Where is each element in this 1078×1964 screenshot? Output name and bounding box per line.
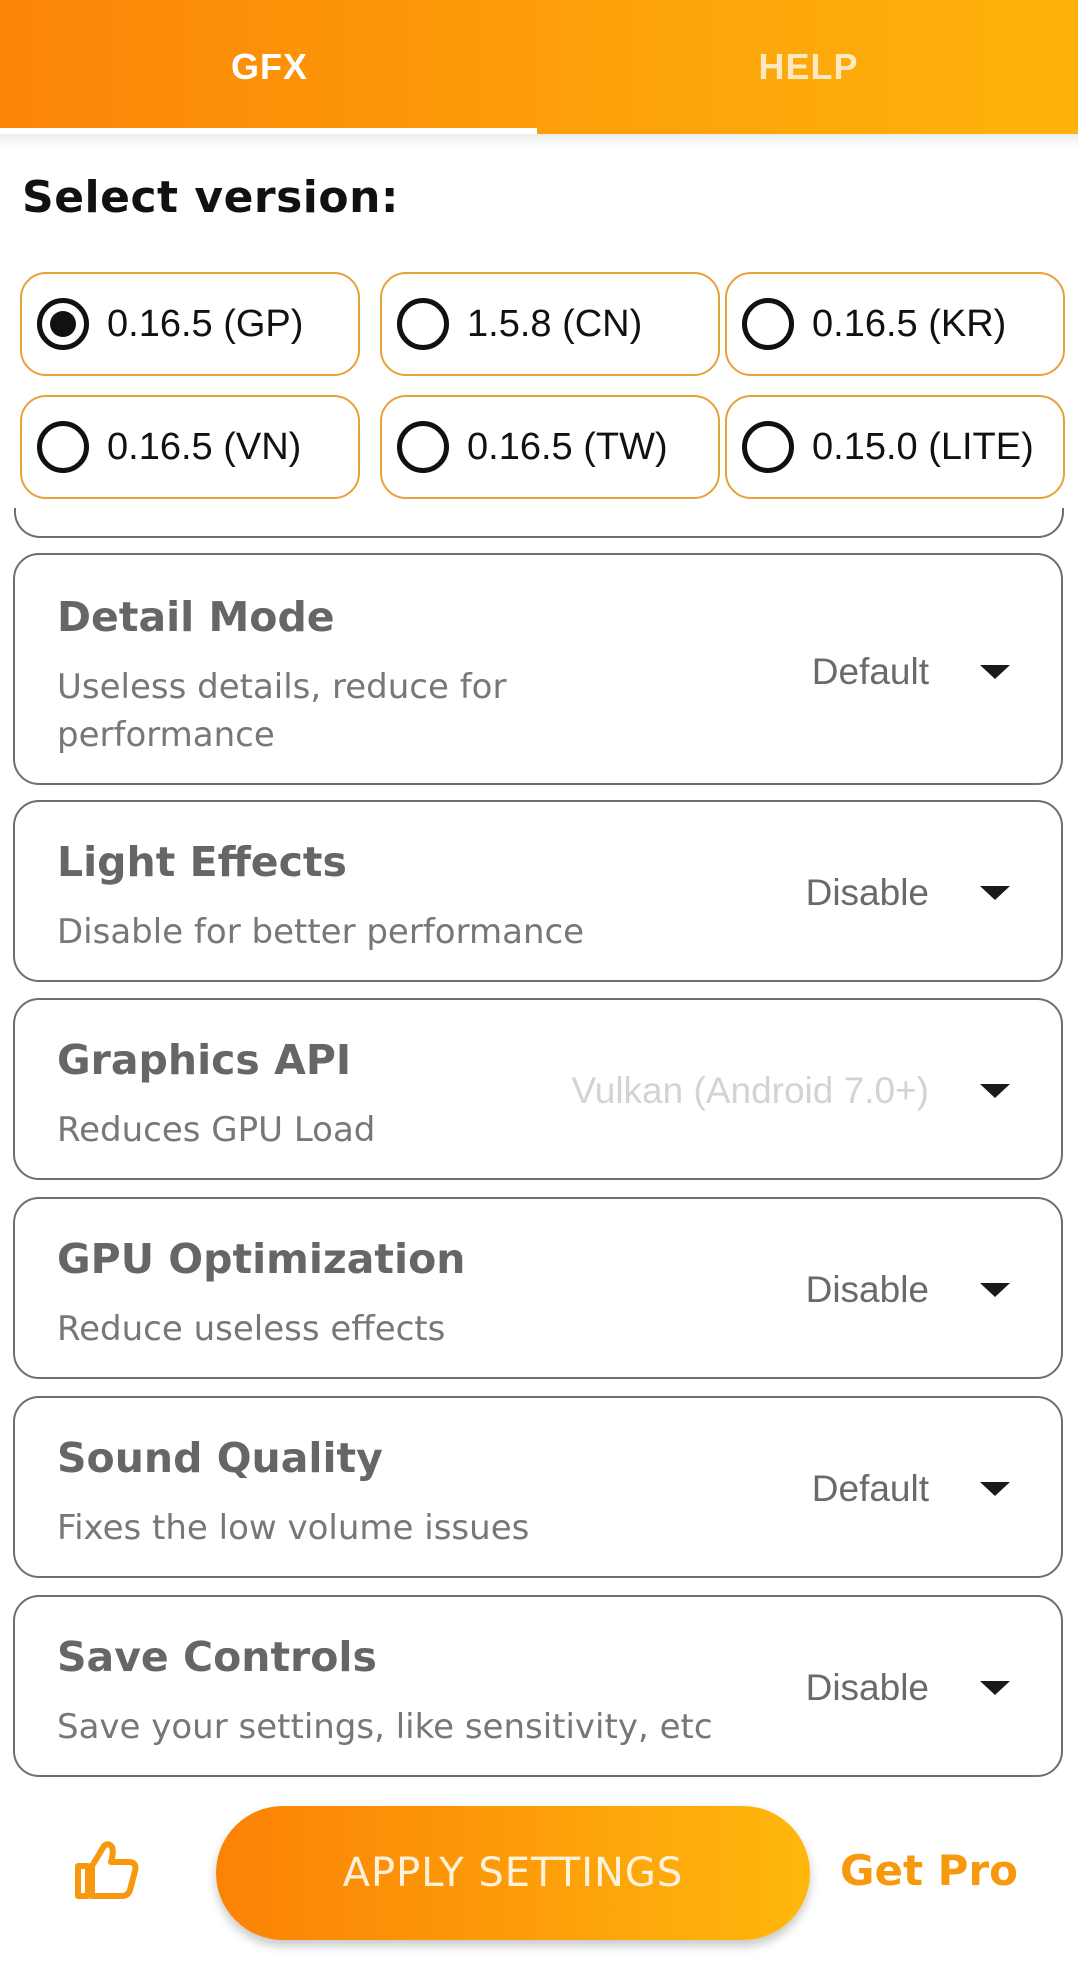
apply-settings-button[interactable]: APPLY SETTINGS: [216, 1806, 810, 1940]
chevron-down-icon[interactable]: [980, 1681, 1010, 1695]
setting-value-dropdown[interactable]: Disable: [806, 872, 929, 914]
version-label: 0.16.5 (KR): [812, 302, 1007, 345]
tab-gfx[interactable]: GFX: [0, 0, 539, 134]
setting-value-dropdown[interactable]: Default: [812, 1468, 929, 1510]
setting-description: Disable for better performance: [57, 912, 585, 952]
chevron-down-icon[interactable]: [980, 1084, 1010, 1098]
setting-card-sound-quality[interactable]: Sound Quality Fixes the low volume issue…: [13, 1396, 1063, 1578]
version-option-lite[interactable]: 0.15.0 (LITE): [725, 395, 1065, 499]
setting-description: Reduces GPU Load: [57, 1110, 376, 1150]
chevron-down-icon[interactable]: [980, 665, 1010, 679]
tab-bar-shadow: [0, 134, 1078, 148]
version-option-gp[interactable]: 0.16.5 (GP): [20, 272, 360, 376]
chevron-down-icon[interactable]: [980, 886, 1010, 900]
version-option-cn[interactable]: 1.5.8 (CN): [380, 272, 720, 376]
get-pro-link[interactable]: Get Pro: [840, 1846, 1018, 1895]
version-option-vn[interactable]: 0.16.5 (VN): [20, 395, 360, 499]
version-label: 0.16.5 (GP): [107, 302, 304, 345]
version-label: 1.5.8 (CN): [467, 302, 643, 345]
setting-value-dropdown[interactable]: Vulkan (Android 7.0+): [571, 1070, 929, 1112]
setting-title: Graphics API: [57, 1036, 352, 1084]
version-label: 0.16.5 (TW): [467, 425, 668, 468]
setting-value-dropdown[interactable]: Disable: [806, 1269, 929, 1311]
version-option-kr[interactable]: 0.16.5 (KR): [725, 272, 1065, 376]
version-option-tw[interactable]: 0.16.5 (TW): [380, 395, 720, 499]
setting-card-light-effects[interactable]: Light Effects Disable for better perform…: [13, 800, 1063, 982]
setting-title: Light Effects: [57, 838, 347, 886]
radio-selected-icon[interactable]: [37, 298, 89, 350]
setting-description: Useless details, reduce for performance: [57, 667, 507, 755]
setting-value-dropdown[interactable]: Disable: [806, 1667, 929, 1709]
setting-card-graphics-api[interactable]: Graphics API Reduces GPU Load Vulkan (An…: [13, 998, 1063, 1180]
setting-title: Save Controls: [57, 1633, 377, 1681]
radio-unselected-icon[interactable]: [397, 421, 449, 473]
radio-unselected-icon[interactable]: [742, 421, 794, 473]
thumbs-up-icon[interactable]: [74, 1840, 140, 1900]
previous-card-edge: [14, 508, 1064, 538]
chevron-down-icon[interactable]: [980, 1482, 1010, 1496]
radio-unselected-icon[interactable]: [742, 298, 794, 350]
setting-title: GPU Optimization: [57, 1235, 466, 1283]
setting-card-gpu-optimization[interactable]: GPU Optimization Reduce useless effects …: [13, 1197, 1063, 1379]
setting-description: Reduce useless effects: [57, 1309, 446, 1349]
tab-help[interactable]: HELP: [539, 0, 1078, 134]
setting-title: Detail Mode: [57, 593, 335, 641]
version-label: 0.15.0 (LITE): [812, 425, 1034, 468]
tab-bar: GFX HELP: [0, 0, 1078, 134]
radio-unselected-icon[interactable]: [397, 298, 449, 350]
version-label: 0.16.5 (VN): [107, 425, 302, 468]
setting-card-detail-mode[interactable]: Detail Mode Useless details, reduce for …: [13, 553, 1063, 785]
chevron-down-icon[interactable]: [980, 1283, 1010, 1297]
select-version-title: Select version:: [22, 172, 400, 223]
setting-card-save-controls[interactable]: Save Controls Save your settings, like s…: [13, 1595, 1063, 1777]
setting-description: Fixes the low volume issues: [57, 1508, 530, 1548]
radio-unselected-icon[interactable]: [37, 421, 89, 473]
setting-title: Sound Quality: [57, 1434, 383, 1482]
setting-value-dropdown[interactable]: Default: [812, 651, 929, 693]
setting-description: Save your settings, like sensitivity, et…: [57, 1707, 713, 1747]
